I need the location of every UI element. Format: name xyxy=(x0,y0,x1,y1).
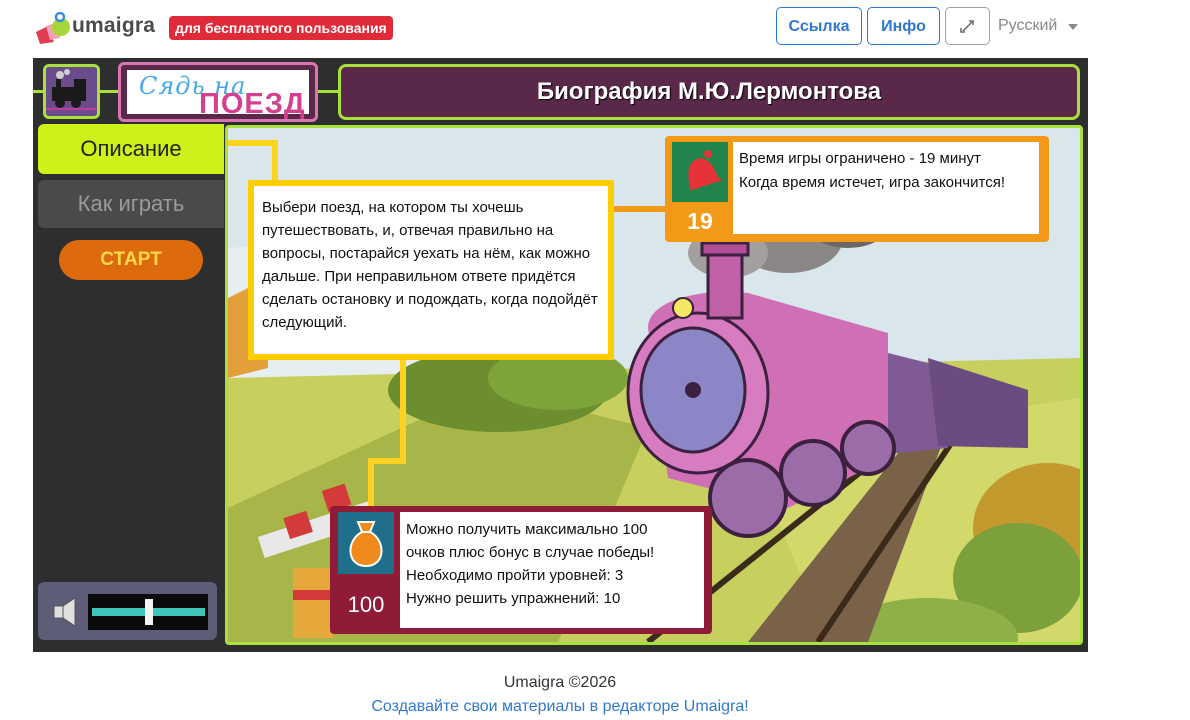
header-rail xyxy=(318,90,338,93)
game-title: Биография М.Ю.Лермонтова xyxy=(338,64,1080,120)
expand-arrows-icon xyxy=(960,20,974,33)
money-bag-icon xyxy=(338,512,394,574)
sign-text-bottom: ПОЕЗД xyxy=(199,88,306,120)
top-bar: umaigra для бесплатного пользования Ссыл… xyxy=(0,0,1190,56)
time-limit-value: 19 xyxy=(687,208,713,234)
connector-line xyxy=(400,360,406,460)
footer-copyright: Umaigra ©2026 xyxy=(503,674,617,691)
score-text: Можно получить максимально 100 очков плю… xyxy=(400,512,704,628)
locomotive-icon xyxy=(46,67,97,116)
speaker-icon[interactable] xyxy=(48,596,84,628)
time-limit-line-1: Время игры ограничено - 19 минут xyxy=(739,150,981,167)
game-frame: Сядь на ПОЕЗД Биография М.Ю.Лермонтова О… xyxy=(33,58,1088,652)
connector-line xyxy=(614,206,666,212)
link-button[interactable]: Ссылка xyxy=(776,7,862,45)
time-limit-line-2: Когда время истечет, игра закончится! xyxy=(739,174,1005,191)
bell-icon xyxy=(672,142,728,202)
caret-down-icon[interactable] xyxy=(1068,24,1078,30)
tab-description[interactable]: Описание xyxy=(38,124,224,174)
time-limit-text: Время игры ограничено - 19 минут Когда в… xyxy=(733,142,1039,234)
volume-slider-knob[interactable] xyxy=(144,599,153,625)
volume-control xyxy=(38,582,217,640)
train-logo-icon xyxy=(43,64,100,119)
start-button[interactable]: СТАРТ xyxy=(59,240,203,280)
connector-line xyxy=(272,140,278,182)
info-button[interactable]: Инфо xyxy=(867,7,940,45)
header-rail xyxy=(33,90,43,93)
score-line-3: Необходимо пройти уровней: 3 xyxy=(406,567,624,584)
score-line-1: Можно получить максимально 100 xyxy=(406,521,648,538)
volume-slider[interactable] xyxy=(88,594,208,630)
game-scene: Выбери поезд, на котором ты хочешь путеш… xyxy=(225,125,1083,645)
language-select[interactable]: Русский xyxy=(998,17,1057,35)
score-line-2: очков плюс бонус в случае победы! xyxy=(406,544,655,561)
free-use-badge: для бесплатного пользования xyxy=(169,16,393,40)
score-line-4: Нужно решить упражнений: 10 xyxy=(406,590,621,607)
tab-how-to-play[interactable]: Как играть xyxy=(38,180,224,228)
editor-link[interactable]: Создавайте свои материалы в редакторе Um… xyxy=(0,698,1120,716)
connector-line xyxy=(228,140,278,146)
header-rail xyxy=(100,90,118,93)
score-box: 100 Можно получить максимально 100 очков… xyxy=(330,506,712,634)
fullscreen-button[interactable] xyxy=(945,7,990,45)
umaigra-logo-icon[interactable] xyxy=(34,12,72,46)
description-box: Выбери поезд, на котором ты хочешь путеш… xyxy=(248,180,614,360)
max-score-value: 100 xyxy=(347,592,385,617)
time-limit-box: 19 Время игры ограничено - 19 минут Когд… xyxy=(665,136,1049,242)
brand-name[interactable]: umaigra xyxy=(72,14,155,38)
game-logo-sign: Сядь на ПОЕЗД xyxy=(118,62,318,122)
connector-line xyxy=(368,458,374,508)
